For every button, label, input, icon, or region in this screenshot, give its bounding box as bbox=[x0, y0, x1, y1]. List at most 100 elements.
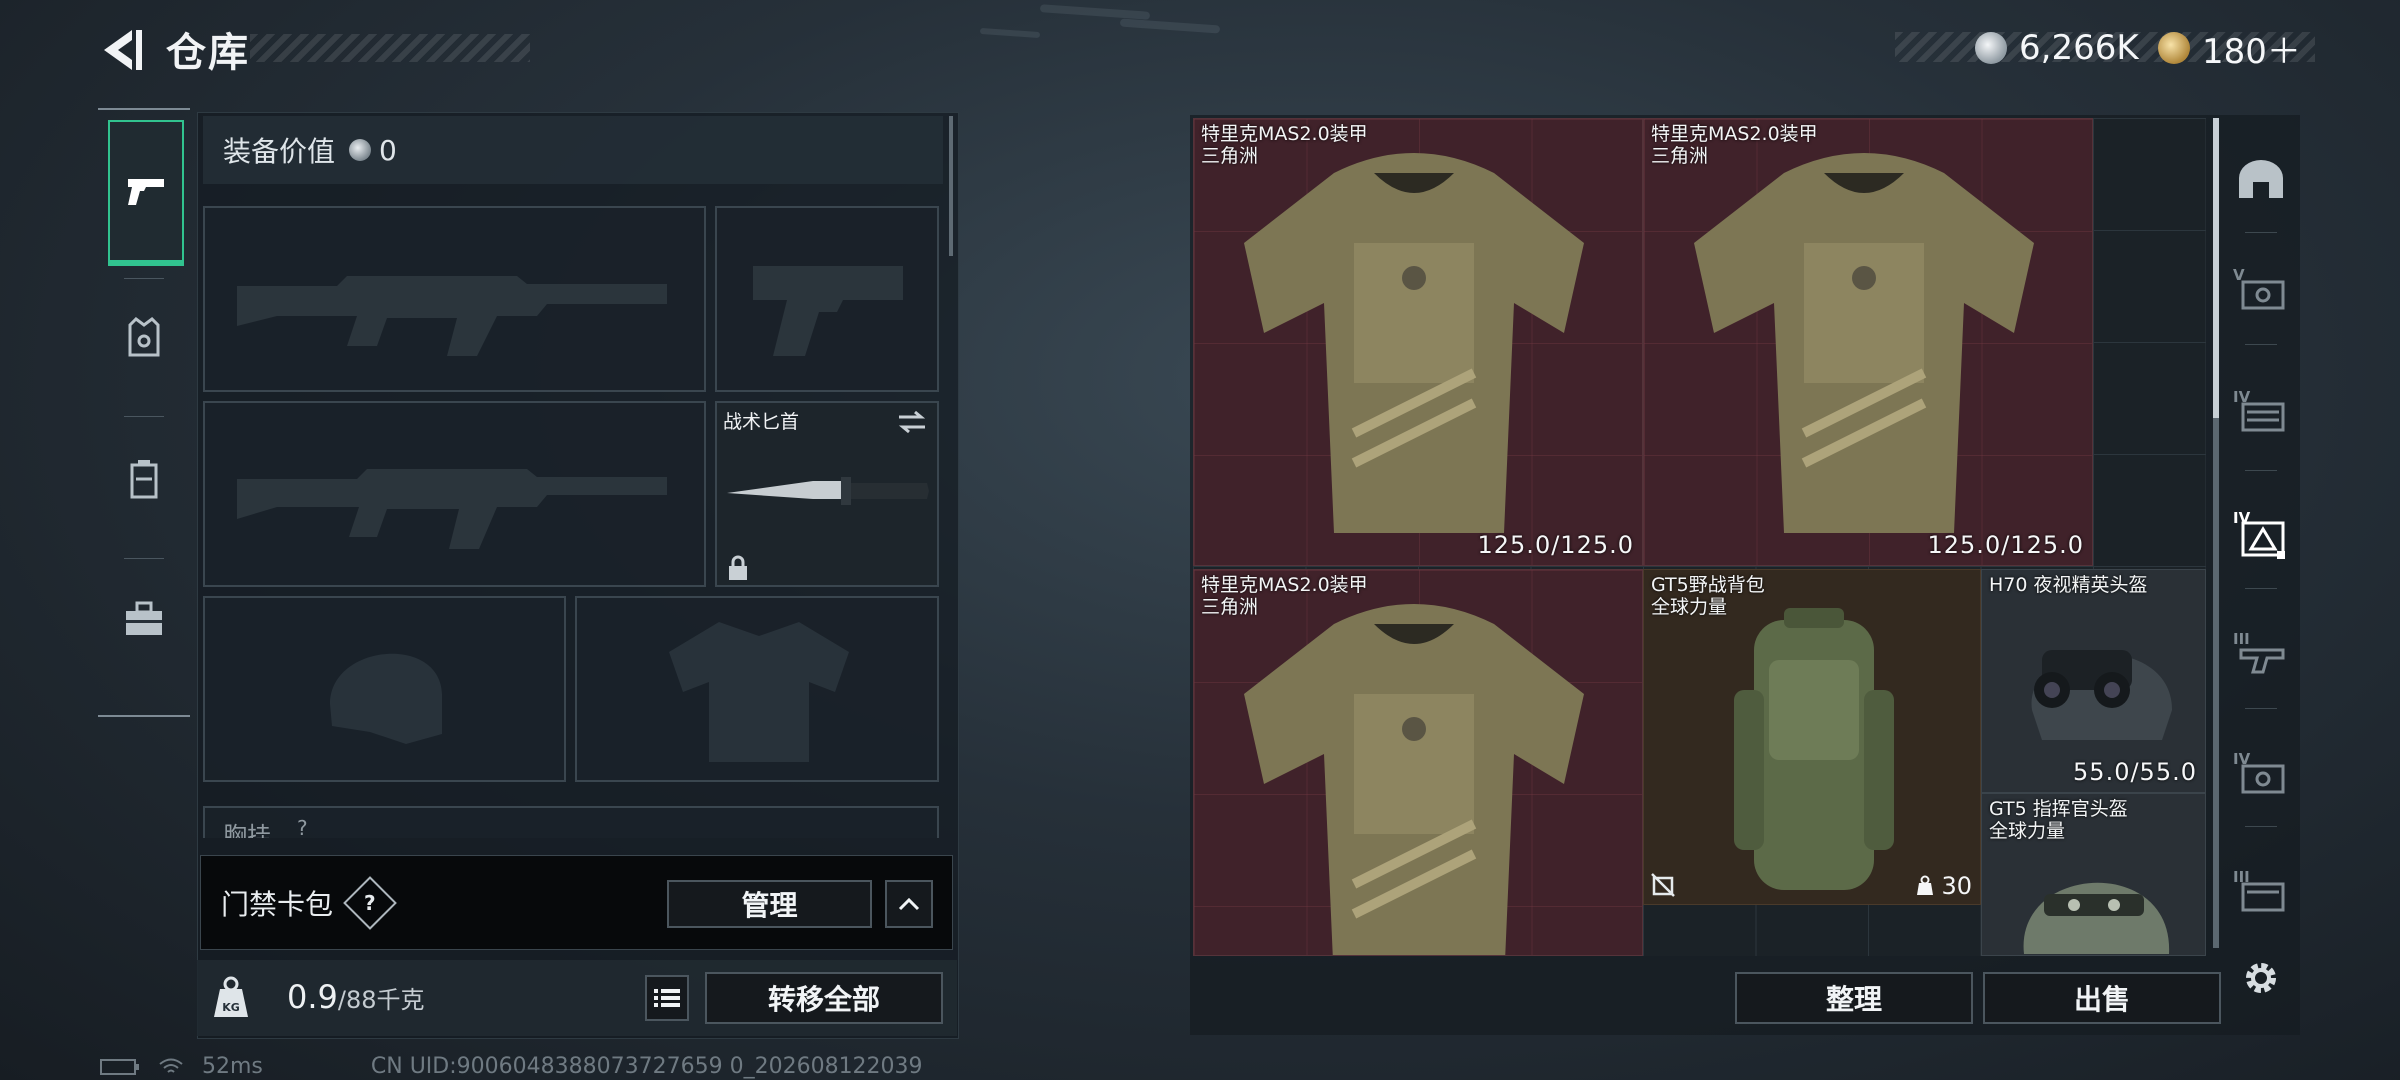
stash-scrollbar-thumb[interactable] bbox=[2213, 118, 2219, 418]
pistol-silhouette-icon bbox=[753, 266, 903, 356]
item-name: H70 夜视精英头盔 bbox=[1989, 574, 2148, 596]
chest-rig-slot[interactable]: 胸挂 ? bbox=[203, 806, 939, 838]
primary-weapon-slot[interactable] bbox=[203, 206, 706, 392]
bag-capacity-icon bbox=[1917, 875, 1934, 895]
backpack-icon bbox=[1734, 608, 1894, 890]
weight-max: /88千克 bbox=[337, 986, 425, 1014]
gold-coin-icon bbox=[2158, 32, 2190, 64]
stash-item-armor-3[interactable]: 特里克MAS2.0装甲 三角洲 bbox=[1193, 569, 1643, 956]
chest-rig-help[interactable]: ? bbox=[297, 816, 308, 838]
list-icon bbox=[654, 989, 680, 1007]
tab-weapons[interactable] bbox=[108, 120, 184, 266]
item-name: 特里克MAS2.0装甲 三角洲 bbox=[1201, 123, 1368, 167]
category-tier-icon: IV bbox=[2233, 509, 2285, 559]
secondary-weapon-slot[interactable] bbox=[715, 206, 939, 392]
sort-button[interactable]: 整理 bbox=[1735, 972, 1973, 1024]
helmet-slot[interactable] bbox=[203, 596, 566, 782]
armor-slot[interactable] bbox=[575, 596, 939, 782]
stash-item-armor-1[interactable]: 特里克MAS2.0装甲 三角洲 125.0/125.0 bbox=[1193, 118, 1643, 566]
status-bar: 52ms CN UID:9006048388073727659 0_202608… bbox=[100, 1054, 923, 1079]
tab-backpack[interactable] bbox=[108, 550, 180, 688]
category-tier-iii-b[interactable]: III bbox=[2225, 848, 2297, 934]
loadout-scrollbar[interactable] bbox=[949, 116, 953, 256]
kg-icon-text: KG bbox=[222, 1001, 240, 1014]
melee-slot[interactable]: 战术匕首 bbox=[715, 401, 939, 587]
gear-icon bbox=[2246, 963, 2276, 993]
collapse-button[interactable] bbox=[885, 880, 933, 928]
keycard-help-button[interactable]: ? bbox=[343, 875, 397, 930]
uid-text: CN UID:9006048388073727659 0_20260812203… bbox=[370, 1054, 923, 1079]
manage-button[interactable]: 管理 bbox=[667, 880, 872, 928]
wifi-icon bbox=[159, 1058, 183, 1073]
currency-premium-value: 180＋ bbox=[2202, 31, 2301, 72]
category-tier-v[interactable]: V bbox=[2225, 246, 2297, 332]
title-decoration bbox=[250, 34, 530, 62]
chevron-up-icon bbox=[898, 897, 920, 911]
lock-icon bbox=[729, 555, 747, 580]
equipment-value-amount: 0 bbox=[379, 133, 397, 167]
capacity-value: 30 bbox=[1941, 872, 1972, 900]
no-insure-icon bbox=[1651, 873, 1675, 897]
kg-weight-icon: KG bbox=[210, 975, 252, 1021]
tab-chest-rig[interactable] bbox=[108, 410, 180, 548]
item-name: 特里克MAS2.0装甲 三角洲 bbox=[1651, 123, 1818, 167]
rifle-silhouette-icon bbox=[237, 469, 667, 549]
transfer-all-button[interactable]: 转移全部 bbox=[705, 972, 943, 1024]
vest-icon bbox=[128, 317, 160, 357]
sell-button[interactable]: 出售 bbox=[1983, 972, 2221, 1024]
backpack-capacity: 30 bbox=[1915, 872, 1972, 900]
silver-coin-icon bbox=[349, 139, 372, 161]
category-tier-iii-a[interactable]: III bbox=[2225, 610, 2297, 696]
melee-name: 战术匕首 bbox=[723, 411, 800, 433]
back-arrow-icon bbox=[104, 30, 142, 70]
currency-main: 6,266K bbox=[1975, 22, 2139, 74]
helmet-silhouette-icon bbox=[330, 653, 442, 744]
ping-value: 52ms bbox=[202, 1054, 263, 1079]
category-all[interactable] bbox=[2225, 136, 2297, 222]
armor-vest-icon bbox=[1694, 153, 2034, 533]
settings-button[interactable] bbox=[2225, 935, 2297, 1021]
second-weapon-slot[interactable] bbox=[203, 401, 706, 587]
item-name: GT5野战背包 全球力量 bbox=[1651, 574, 1765, 618]
armor-vest-icon bbox=[1244, 153, 1584, 533]
currency-main-value: 6,266K bbox=[2019, 28, 2139, 68]
currency-premium[interactable]: 180＋ bbox=[2158, 22, 2301, 74]
stash-item-armor-2[interactable]: 特里克MAS2.0装甲 三角洲 125.0/125.0 bbox=[1643, 118, 2093, 566]
category-tier-iv-b-active[interactable]: IV bbox=[2225, 492, 2297, 578]
stash-item-backpack[interactable]: GT5野战背包 全球力量 30 bbox=[1643, 569, 1981, 905]
silver-coin-icon bbox=[1975, 32, 2007, 64]
category-tier-icon: IV bbox=[2233, 388, 2285, 432]
category-tier-iv-c[interactable]: IV bbox=[2225, 730, 2297, 816]
stash-item-commander-helmet[interactable]: GT5 指挥官头盔 全球力量 bbox=[1981, 793, 2206, 956]
category-tier-icon: III bbox=[2233, 868, 2285, 912]
item-name: 特里克MAS2.0装甲 三角洲 bbox=[1201, 574, 1368, 618]
item-durability: 125.0/125.0 bbox=[1927, 531, 2084, 559]
rig-icon bbox=[130, 460, 158, 499]
night-vision-helmet-icon bbox=[2031, 650, 2172, 740]
help-question-mark: ? bbox=[364, 890, 376, 915]
item-name: GT5 指挥官头盔 全球力量 bbox=[1989, 798, 2128, 842]
loadout-tab-rail bbox=[98, 108, 190, 717]
tier-label: III bbox=[2233, 630, 2250, 648]
pistol-icon bbox=[128, 179, 164, 205]
tab-armor[interactable] bbox=[108, 268, 180, 406]
category-tier-icon: III bbox=[2233, 630, 2285, 674]
page-title: 仓库 bbox=[166, 30, 250, 76]
list-view-button[interactable] bbox=[645, 975, 689, 1021]
bunker-icon bbox=[2239, 160, 2283, 198]
keycard-label: 门禁卡包 bbox=[221, 887, 334, 921]
equipment-value-label: 装备价值 bbox=[223, 135, 336, 168]
category-tier-iv-a[interactable]: IV bbox=[2225, 368, 2297, 454]
category-tier-icon: V bbox=[2233, 266, 2285, 310]
equipment-value-bar: 装备价值 0 bbox=[203, 116, 943, 184]
stash-item-nv-helmet[interactable]: H70 夜视精英头盔 55.0/55.0 bbox=[1981, 569, 2206, 793]
swap-icon[interactable] bbox=[895, 409, 929, 435]
armor-vest-icon bbox=[1244, 604, 1584, 955]
back-button[interactable] bbox=[92, 22, 148, 78]
battery-icon bbox=[100, 1058, 139, 1075]
commander-helmet-icon bbox=[2023, 882, 2170, 954]
rifle-silhouette-icon bbox=[237, 276, 667, 356]
category-tier-icon: IV bbox=[2233, 750, 2285, 794]
chest-rig-label: 胸挂 bbox=[223, 822, 271, 838]
knife-icon bbox=[727, 477, 929, 505]
